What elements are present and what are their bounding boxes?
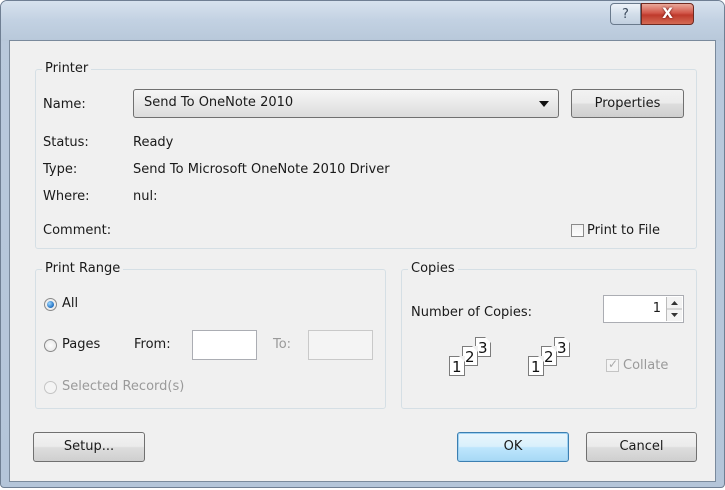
status-value: Ready (133, 135, 174, 150)
printer-legend: Printer (42, 61, 92, 76)
close-x-icon: X (662, 6, 673, 22)
copies-input[interactable]: 1 (603, 295, 684, 323)
selected-records-radio[interactable] (44, 381, 57, 394)
collate-label[interactable]: Collate (623, 358, 668, 373)
number-of-copies-label: Number of Copies: (411, 305, 533, 320)
cancel-button[interactable]: Cancel (586, 432, 697, 462)
from-label: From: (134, 337, 171, 352)
print-to-file-label[interactable]: Print to File (587, 223, 660, 238)
collate-checkbox[interactable] (606, 357, 619, 372)
print-range-legend: Print Range (42, 261, 124, 276)
all-label[interactable]: All (62, 296, 78, 311)
copies-group: Copies (401, 261, 697, 409)
copies-legend: Copies (408, 261, 458, 276)
ok-button[interactable]: OK (457, 432, 569, 462)
question-mark-icon: ? (622, 7, 629, 22)
close-button[interactable]: X (641, 3, 694, 25)
pages-label[interactable]: Pages (62, 337, 100, 352)
printer-name-dropdown[interactable]: Send To OneNote 2010 (133, 89, 559, 118)
to-label: To: (273, 337, 292, 352)
properties-button[interactable]: Properties (571, 89, 684, 118)
all-radio[interactable] (44, 298, 57, 311)
print-dialog-window: ? X Printer Name: Send To OneNote 2010 P… (0, 0, 725, 488)
where-value: nul: (133, 189, 158, 204)
type-value: Send To Microsoft OneNote 2010 Driver (133, 162, 390, 177)
copies-value: 1 (652, 301, 661, 316)
comment-label: Comment: (43, 223, 112, 238)
status-label: Status: (43, 135, 89, 150)
help-button[interactable]: ? (610, 3, 641, 25)
where-label: Where: (43, 189, 90, 204)
selected-records-label[interactable]: Selected Record(s) (62, 379, 184, 394)
type-label: Type: (43, 162, 78, 177)
pages-radio[interactable] (44, 339, 57, 352)
print-to-file-checkbox[interactable] (571, 224, 584, 237)
collate-page-1-icon: 1 (449, 356, 465, 376)
from-page-input[interactable] (192, 330, 257, 360)
collate-page-1-icon: 1 (528, 356, 544, 376)
dialog-client-area: Printer Name: Send To OneNote 2010 Prope… (9, 40, 716, 482)
triangle-down-icon (539, 101, 549, 107)
spin-arrows-svg (667, 301, 682, 317)
setup-button[interactable]: Setup... (33, 432, 145, 462)
name-label: Name: (43, 97, 86, 112)
to-page-input[interactable] (308, 330, 373, 360)
title-bar[interactable]: ? X (1, 1, 724, 41)
printer-name-value: Send To OneNote 2010 (144, 95, 294, 110)
spin-arrows-icon[interactable] (666, 297, 682, 321)
